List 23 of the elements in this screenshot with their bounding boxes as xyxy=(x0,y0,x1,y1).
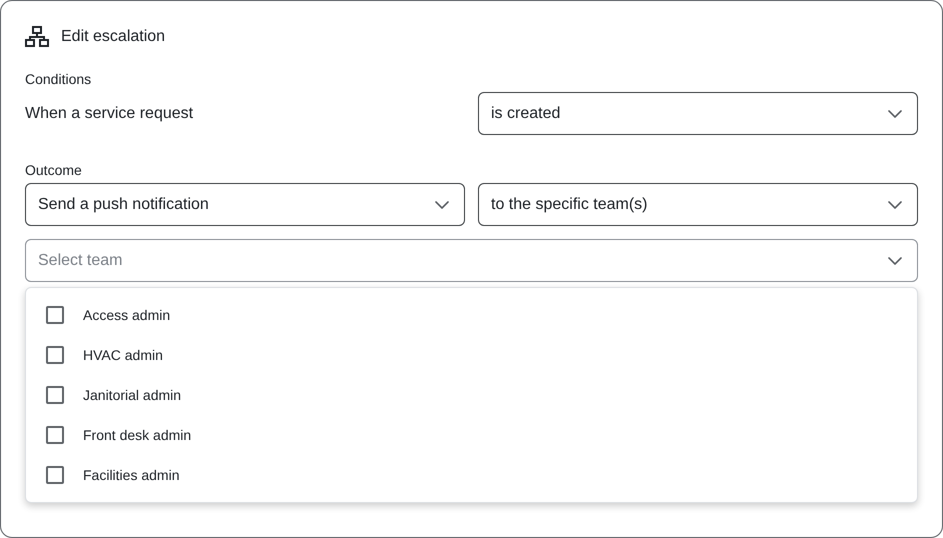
menu-option[interactable]: Access admin xyxy=(46,295,917,335)
chevron-down-icon xyxy=(435,200,449,208)
chevron-down-icon xyxy=(888,256,902,264)
dropdown-select[interactable]: to the specific team(s) xyxy=(478,183,918,226)
checkbox[interactable] xyxy=(46,386,64,404)
network-icon xyxy=(25,26,49,48)
checkbox[interactable] xyxy=(46,306,64,324)
team-select[interactable]: Select team xyxy=(25,239,918,282)
dropdown-select[interactable]: Send a push notification xyxy=(25,183,465,226)
chevron-down-icon xyxy=(888,110,902,118)
menu-option[interactable]: Janitorial admin xyxy=(46,375,917,415)
chevron-down-icon xyxy=(888,200,902,208)
section-heading: Conditions xyxy=(25,70,92,89)
checkbox[interactable] xyxy=(46,466,64,484)
dialog-title: Edit escalation xyxy=(61,27,166,47)
dropdown-select[interactable]: is created xyxy=(478,92,918,135)
condition-label: When a service request xyxy=(25,104,194,124)
menu-option[interactable]: HVAC admin xyxy=(46,335,917,375)
menu-option[interactable]: Front desk admin xyxy=(46,415,917,455)
checkbox[interactable] xyxy=(46,426,64,444)
checkbox[interactable] xyxy=(46,346,64,364)
menu-option[interactable]: Facilities admin xyxy=(46,455,917,495)
section-heading: Outcome xyxy=(25,161,83,180)
